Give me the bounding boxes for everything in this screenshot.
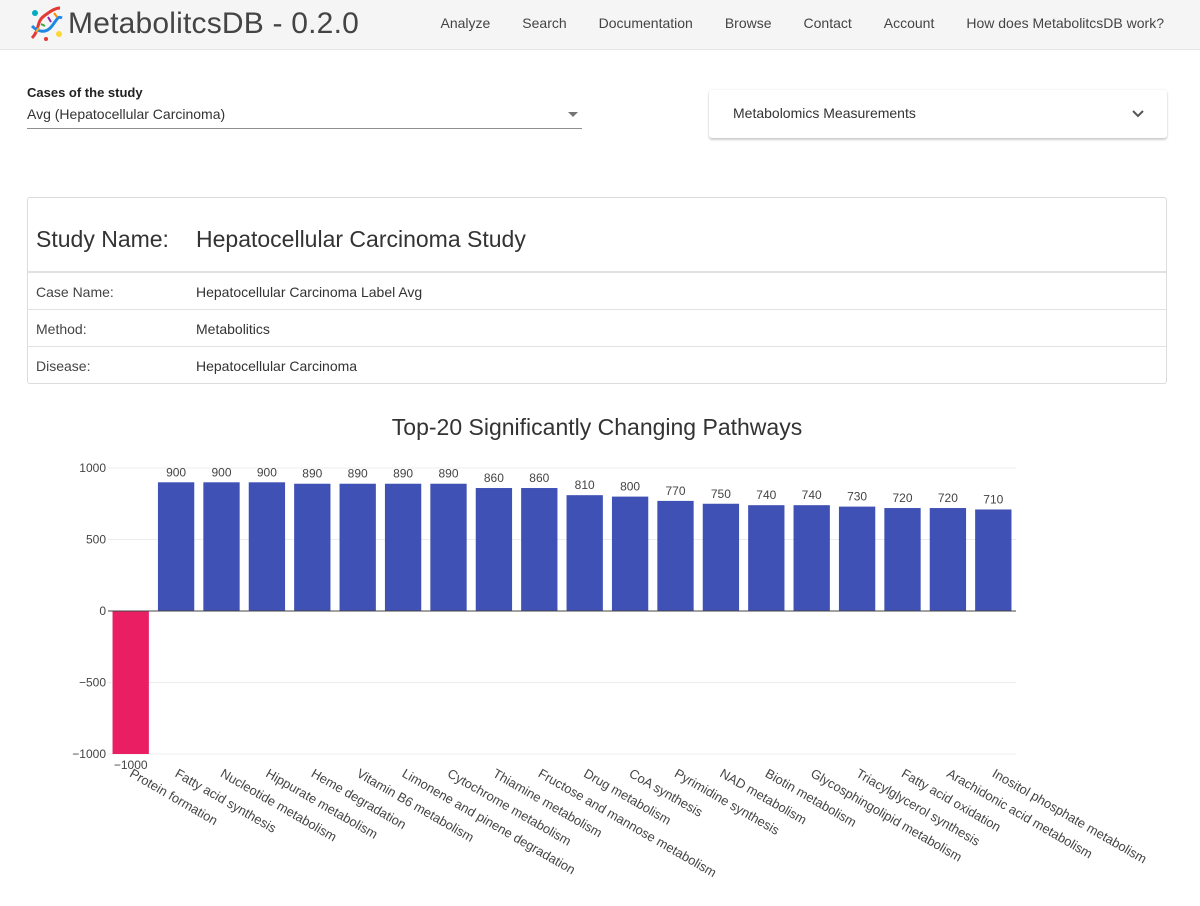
bar-value-label: 890 xyxy=(348,467,368,481)
dropdown-arrow-icon[interactable] xyxy=(568,112,578,117)
case-select-field[interactable]: Avg (Hepatocellular Carcinoma) xyxy=(27,103,582,129)
method-value: Metabolitics xyxy=(196,321,270,337)
y-tick-label: 1000 xyxy=(79,461,106,475)
nav-account[interactable]: Account xyxy=(868,0,951,46)
bar-value-label: 900 xyxy=(257,465,277,479)
chart-bar[interactable] xyxy=(294,483,331,611)
bar-value-label: 720 xyxy=(892,491,912,505)
chart-bar[interactable] xyxy=(430,483,467,611)
case-name-value: Hepatocellular Carcinoma Label Avg xyxy=(196,284,423,300)
chart-title: Top-20 Significantly Changing Pathways xyxy=(392,414,802,440)
chart-bar[interactable] xyxy=(929,508,967,611)
chart-bar[interactable] xyxy=(203,482,240,611)
bar-value-label: 710 xyxy=(983,492,1003,506)
chart-bars: −1000900 900 900 890 890 890 890 860 860810 800 77… xyxy=(112,465,1012,772)
case-selector[interactable]: Cases of the study Avg (Hepatocellular C… xyxy=(27,85,582,131)
chart-bar[interactable] xyxy=(657,500,694,611)
chart-bar[interactable] xyxy=(475,488,513,611)
disease-value: Hepatocellular Carcinoma xyxy=(196,358,358,374)
dna-helix-logo-icon xyxy=(30,6,63,41)
bar-value-label: 750 xyxy=(711,487,731,501)
y-tick-label: −1000 xyxy=(72,747,106,761)
bar-value-label: 800 xyxy=(620,480,640,494)
y-tick-label: −500 xyxy=(79,676,106,690)
case-selected-value: Avg (Hepatocellular Carcinoma) xyxy=(27,106,226,122)
nav-search[interactable]: Search xyxy=(506,0,582,46)
study-name-value: Hepatocellular Carcinoma Study xyxy=(196,226,526,252)
brand-home-link[interactable]: MetabolitcsDB - 0.2.0 xyxy=(26,4,359,44)
measurements-panel-title: Metabolomics Measurements xyxy=(733,105,916,121)
bar-value-label: 860 xyxy=(484,471,504,485)
chart-bar[interactable] xyxy=(248,482,286,611)
study-name-row: Study Name: Hepatocellular Carcinoma Stu… xyxy=(28,198,1166,273)
top-navbar: MetabolitcsDB - 0.2.0 Analyze Search Doc… xyxy=(0,0,1200,50)
chart-bar[interactable] xyxy=(339,483,376,611)
chart-bar[interactable] xyxy=(384,483,422,611)
chart-bar[interactable] xyxy=(566,495,603,611)
chart-bar[interactable] xyxy=(884,508,921,611)
chart-bar[interactable] xyxy=(838,506,876,611)
y-tick-label: 500 xyxy=(86,533,106,547)
chart-bar[interactable] xyxy=(521,488,558,611)
chart-bar[interactable] xyxy=(975,509,1012,611)
chart-bar[interactable] xyxy=(748,505,785,611)
nav-how-it-works[interactable]: How does MetabolitcsDB work? xyxy=(950,0,1180,46)
bar-value-label: 740 xyxy=(756,488,776,502)
nav-contact[interactable]: Contact xyxy=(788,0,868,46)
chart-bar[interactable] xyxy=(112,611,149,754)
bar-value-label: 720 xyxy=(938,491,958,505)
bar-value-label: 770 xyxy=(665,484,685,498)
chevron-down-icon[interactable] xyxy=(1131,109,1145,119)
chart-bar[interactable] xyxy=(611,496,649,611)
bar-value-label: 890 xyxy=(438,467,458,481)
bar-value-label: 900 xyxy=(166,465,186,479)
bar-value-label: 890 xyxy=(393,467,413,481)
pathways-bar-chart: Top-20 Significantly Changing Pathways −… xyxy=(0,395,1200,906)
bar-value-label: 740 xyxy=(802,488,822,502)
bar-value-label: 900 xyxy=(211,465,231,479)
app-title: MetabolitcsDB - 0.2.0 xyxy=(68,7,359,40)
chart-bar[interactable] xyxy=(793,505,830,611)
nav-analyze[interactable]: Analyze xyxy=(424,0,506,46)
study-name-label: Study Name: xyxy=(36,226,169,252)
nav-documentation[interactable]: Documentation xyxy=(583,0,709,46)
bar-value-label: 860 xyxy=(529,471,549,485)
disease-label: Disease: xyxy=(36,358,91,374)
y-tick-label: 0 xyxy=(99,604,106,618)
case-selector-label: Cases of the study xyxy=(27,85,143,100)
bar-value-label: 730 xyxy=(847,490,867,504)
study-info-table: Study Name: Hepatocellular Carcinoma Stu… xyxy=(27,197,1167,384)
method-label: Method: xyxy=(36,321,87,337)
case-name-label: Case Name: xyxy=(36,284,114,300)
method-row: Method: Metabolitics xyxy=(28,310,1166,347)
main-nav: Analyze Search Documentation Browse Cont… xyxy=(424,0,1200,46)
bar-value-label: 810 xyxy=(575,478,595,492)
bar-value-label: 890 xyxy=(302,467,322,481)
chart-bar[interactable] xyxy=(702,503,740,611)
disease-row: Disease: Hepatocellular Carcinoma xyxy=(28,347,1166,384)
metabolomics-measurements-panel[interactable]: Metabolomics Measurements xyxy=(709,90,1167,138)
chart-canvas: Top-20 Significantly Changing Pathways −… xyxy=(72,414,1149,880)
chart-bar[interactable] xyxy=(157,482,195,611)
nav-browse[interactable]: Browse xyxy=(709,0,788,46)
case-name-row: Case Name: Hepatocellular Carcinoma Labe… xyxy=(28,273,1166,310)
